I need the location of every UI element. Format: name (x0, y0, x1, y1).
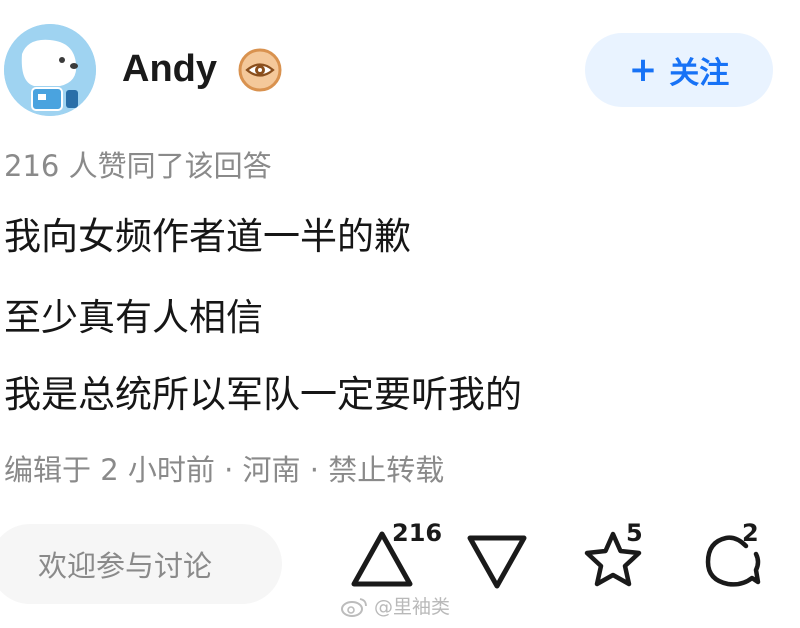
astronaut-dog-avatar-icon (4, 24, 96, 116)
upvote-count: 216 (392, 519, 443, 547)
author-avatar[interactable] (4, 24, 96, 116)
upvote-button[interactable]: 216 (350, 520, 446, 592)
eye-badge-icon (238, 48, 282, 92)
comment-input[interactable]: 欢迎参与讨论 (0, 524, 282, 604)
downvote-button[interactable] (466, 530, 528, 592)
edit-meta-info: 编辑于 2 小时前 · 河南 · 禁止转载 (4, 453, 445, 487)
follow-button-label: 关注 (669, 56, 730, 91)
plus-icon: + (628, 50, 658, 90)
favorite-button[interactable]: 5 (582, 520, 652, 592)
follow-button[interactable]: + 关注 (585, 33, 773, 107)
answer-text-line: 我是总统所以军队一定要听我的 (4, 373, 522, 416)
answer-text-line: 我向女频作者道一半的歉 (4, 215, 411, 258)
author-name[interactable]: Andy (122, 44, 217, 94)
downvote-triangle-icon (467, 535, 527, 589)
comment-button[interactable]: 2 (700, 520, 766, 592)
answer-text-line: 至少真有人相信 (4, 296, 263, 339)
weibo-icon (341, 598, 367, 617)
comment-count: 2 (742, 519, 759, 547)
upvote-summary: 216 人赞同了该回答 (4, 149, 272, 183)
weibo-watermark: @里袖类 (340, 594, 450, 620)
favorite-count: 5 (626, 519, 643, 547)
watermark-text: @里袖类 (374, 596, 451, 618)
comment-input-placeholder: 欢迎参与讨论 (38, 549, 213, 583)
